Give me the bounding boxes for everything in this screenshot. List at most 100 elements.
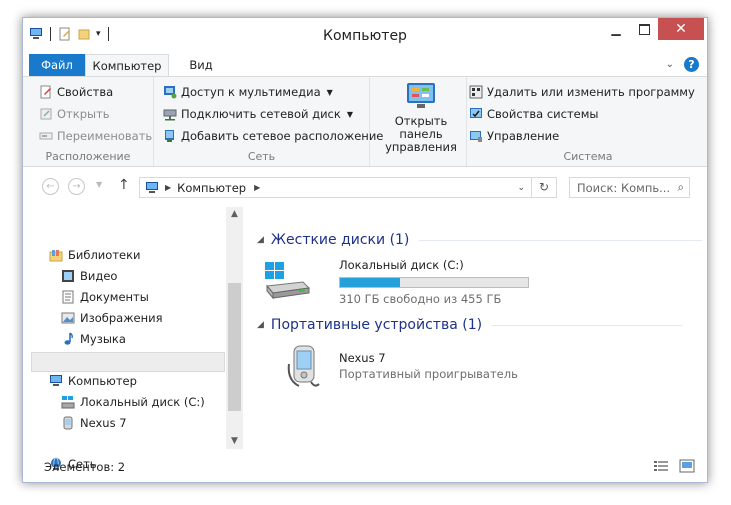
group-network: Доступ к мультимедиа ▼ Подключить сетево…	[154, 77, 383, 166]
forward-arrow-icon: →	[72, 181, 81, 192]
manage-icon	[470, 131, 482, 142]
ribbon-tabs: Файл Компьютер Вид ⌄ ?	[23, 54, 707, 76]
media-access-button[interactable]: Доступ к мультимедиа ▼	[163, 85, 333, 99]
nav-item-images[interactable]: Изображения	[61, 311, 163, 325]
drive-name: Локальный диск (C:)	[339, 258, 464, 272]
help-icon[interactable]: ?	[684, 57, 699, 72]
computer-icon	[146, 181, 158, 193]
search-input[interactable]: Поиск: Компь... ⌕	[569, 177, 690, 198]
tab-computer[interactable]: Компьютер	[85, 54, 169, 76]
local-disk-icon	[265, 262, 311, 300]
uninstall-program-button[interactable]: Удалить или изменить программу	[469, 85, 695, 99]
disk-usage-fill	[340, 278, 401, 287]
group-header-hard-disks[interactable]: ◢ Жесткие диски (1)	[257, 232, 703, 248]
content-area: ◢ Жесткие диски (1) Локальный диск (C:) …	[249, 207, 707, 449]
search-icon: ⌕	[677, 180, 684, 194]
scroll-up-icon[interactable]: ▲	[226, 209, 243, 225]
back-arrow-icon: ←	[46, 181, 55, 192]
up-arrow-icon[interactable]: ↑	[118, 177, 130, 193]
add-network-location-button[interactable]: Добавить сетевое расположение	[163, 129, 383, 143]
open-button[interactable]: Открыть	[39, 107, 110, 121]
portable-device-icon	[63, 416, 73, 430]
images-icon	[61, 312, 75, 324]
programs-icon	[469, 85, 483, 99]
status-bar: Элементов: 2	[23, 458, 707, 482]
item-count: Элементов: 2	[44, 460, 126, 474]
large-icons-view-icon[interactable]	[679, 459, 695, 473]
minimize-icon: ▁	[611, 22, 621, 36]
address-bar[interactable]: ▶ Компьютер ▶ ⌄	[139, 177, 532, 198]
details-view-icon[interactable]	[653, 459, 669, 473]
documents-icon	[62, 290, 74, 304]
system-properties-button[interactable]: Свойства системы	[469, 107, 598, 121]
device-name: Nexus 7	[339, 351, 386, 365]
nav-item-computer[interactable]: Компьютер	[49, 374, 137, 388]
search-placeholder: Поиск: Компь...	[577, 180, 671, 195]
nav-item-local-disk[interactable]: Локальный диск (C:)	[61, 395, 205, 409]
group-header-portable-devices[interactable]: ◢ Портативные устройства (1)	[257, 317, 683, 333]
refresh-button[interactable]: ↻	[532, 177, 557, 198]
breadcrumb-separator-icon[interactable]: ▶	[254, 183, 260, 192]
close-icon: ✕	[675, 21, 687, 37]
drive-free-space: 310 ГБ свободно из 455 ГБ	[339, 292, 502, 306]
media-icon	[164, 86, 177, 99]
nav-scrollbar[interactable]: ▲ ▼	[226, 207, 243, 449]
collapse-group-icon[interactable]: ◢	[257, 320, 264, 330]
address-dropdown-icon[interactable]: ⌄	[517, 183, 525, 193]
network-location-icon	[165, 130, 174, 142]
scrollbar-thumb[interactable]	[228, 283, 241, 411]
dropdown-arrow-icon: ▼	[326, 87, 333, 97]
nav-selection-highlight	[31, 352, 225, 372]
rename-icon	[39, 132, 53, 140]
nav-item-documents[interactable]: Документы	[61, 290, 149, 304]
portable-device-icon	[287, 345, 320, 387]
group-system: Удалить или изменить программу Свойства …	[467, 77, 707, 166]
refresh-icon: ↻	[538, 180, 550, 194]
device-type: Портативный проигрыватель	[339, 367, 518, 381]
navigation-bar: ← → ▼ ↑ ▶ Компьютер ▶ ⌄ ↻ Поиск: Компь..…	[23, 167, 707, 207]
manage-button[interactable]: Управление	[469, 129, 559, 143]
collapse-group-icon[interactable]: ◢	[257, 235, 264, 245]
maximize-button[interactable]	[630, 18, 658, 40]
scroll-down-icon[interactable]: ▼	[226, 436, 243, 452]
network-drive-icon	[163, 109, 177, 121]
collapse-ribbon-icon[interactable]: ⌄	[666, 59, 674, 70]
group-label-location: Расположение	[45, 150, 131, 163]
group-control-panel: Открыть панель управления	[370, 77, 467, 166]
group-location: Свойства Открыть Переименовать Расположе…	[23, 77, 154, 166]
control-panel-icon	[405, 81, 437, 111]
recent-locations-icon[interactable]: ▼	[96, 180, 102, 189]
disk-usage-bar	[339, 277, 529, 288]
computer-icon	[50, 375, 62, 386]
minimize-button[interactable]: ▁	[602, 18, 630, 40]
explorer-window: ▾ Компьютер ▁ ✕ Файл Компьютер Вид ⌄ ? С…	[22, 17, 708, 483]
nav-item-music[interactable]: Музыка	[61, 332, 126, 346]
breadcrumb-separator-icon[interactable]: ▶	[165, 183, 171, 192]
nav-item-nexus[interactable]: Nexus 7	[61, 416, 127, 430]
video-icon	[62, 270, 74, 282]
tab-file[interactable]: Файл	[29, 54, 85, 76]
open-control-panel-button[interactable]: Открыть панель управления	[376, 81, 466, 154]
forward-button[interactable]: →	[68, 178, 85, 195]
nav-item-video[interactable]: Видео	[61, 269, 117, 283]
rename-button[interactable]: Переименовать	[39, 129, 152, 143]
dropdown-arrow-icon: ▼	[346, 109, 353, 119]
properties-icon	[40, 85, 51, 99]
group-label-system: Система	[563, 150, 613, 163]
system-properties-icon	[470, 108, 482, 118]
open-icon	[40, 108, 52, 120]
local-disk-icon	[61, 396, 75, 409]
maximize-icon	[638, 23, 650, 35]
properties-button[interactable]: Свойства	[39, 85, 113, 99]
ribbon: Свойства Открыть Переименовать Расположе…	[23, 76, 707, 167]
group-label-network: Сеть	[247, 150, 276, 163]
nav-item-libraries[interactable]: Библиотеки	[49, 248, 141, 262]
libraries-icon	[49, 250, 63, 262]
back-button[interactable]: ←	[42, 178, 59, 195]
breadcrumb-computer[interactable]: Компьютер	[177, 181, 246, 195]
close-button[interactable]: ✕	[658, 18, 704, 40]
map-network-drive-button[interactable]: Подключить сетевой диск ▼	[163, 107, 353, 121]
title-bar: ▾ Компьютер ▁ ✕	[23, 18, 707, 54]
tab-view[interactable]: Вид	[171, 54, 231, 76]
navigation-pane: Библиотеки Видео Документы Изображения М…	[23, 207, 243, 471]
